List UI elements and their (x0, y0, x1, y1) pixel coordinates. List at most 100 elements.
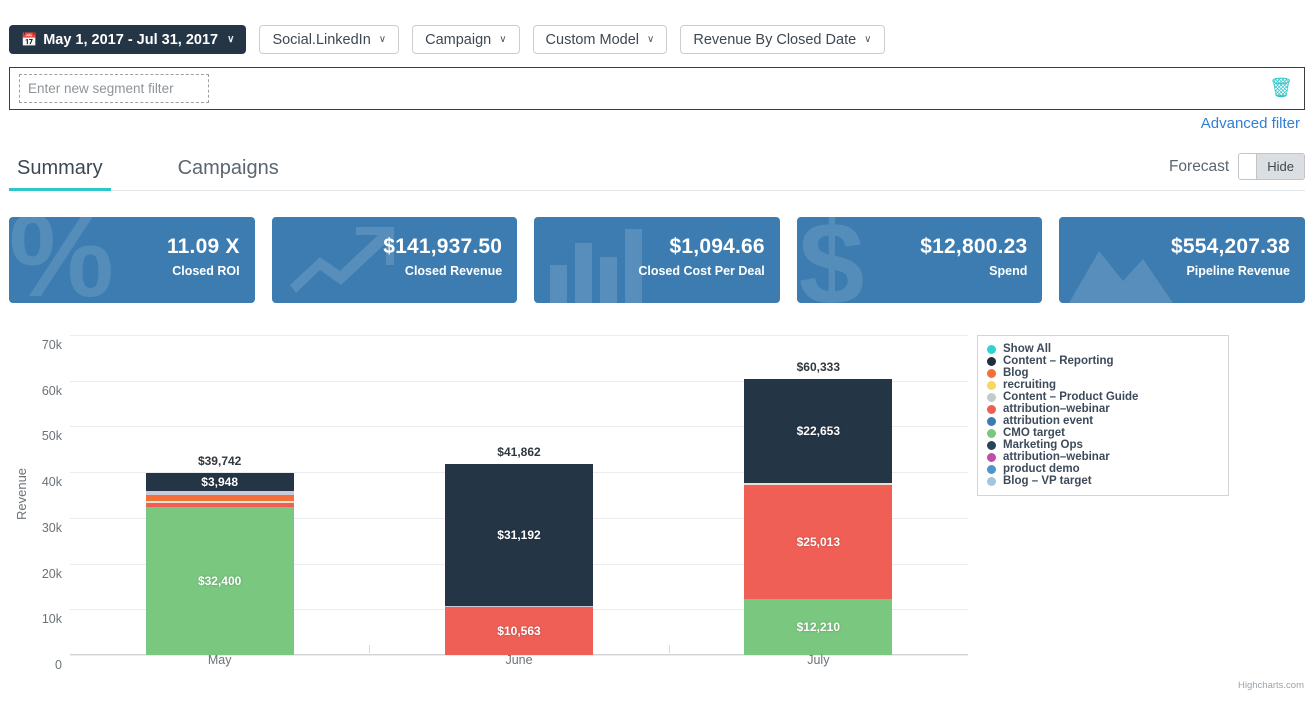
bar-segment[interactable] (145, 491, 294, 495)
legend-marker-icon (987, 392, 996, 402)
dropdown-campaign[interactable]: Campaign ∨ (412, 25, 520, 54)
forecast-toggle-hide[interactable]: Hide (1256, 154, 1304, 179)
chevron-down-icon: ∨ (499, 34, 507, 45)
dollar-icon: $ (798, 217, 865, 303)
legend-item[interactable]: Content – Reporting (987, 355, 1219, 367)
toolbar: 📅 May 1, 2017 - Jul 31, 2017 ∨ Social.Li… (0, 0, 1314, 62)
bar-segment-label: $10,563 (497, 623, 541, 638)
forecast-toggle-show[interactable] (1239, 154, 1257, 179)
y-axis-ticks: 0 10k 20k 30k 40k 50k 60k 70k (0, 335, 62, 672)
legend-item[interactable]: CMO target (987, 427, 1219, 439)
legend-marker-icon (987, 368, 996, 378)
date-range-text: May 1, 2017 - Jul 31, 2017 (43, 31, 219, 48)
segment-filter-bar: 🗑 (9, 67, 1305, 110)
bar-column[interactable]: $32,400 $3,948 (145, 473, 294, 655)
legend-item-label: recruiting (1003, 379, 1057, 391)
segment-filter-input[interactable] (19, 74, 209, 103)
highcharts-credits: Highcharts.com (1238, 680, 1304, 691)
bar-segment-label: $31,192 (497, 527, 541, 542)
plot-area: $32,400 $3,948 $39,742 $10,563 $31,192 $41,86… (70, 335, 968, 656)
bar-segment[interactable]: $10,563 (445, 606, 593, 655)
trash-icon[interactable]: 🗑 (1269, 79, 1293, 98)
legend-item[interactable]: attribution–webinar (987, 403, 1219, 415)
kpi-value: $1,094.66 (669, 235, 765, 258)
bar-segment[interactable]: $31,192 (445, 463, 593, 607)
kpi-value: $12,800.23 (920, 235, 1028, 258)
bar-segment[interactable]: $25,013 (744, 484, 893, 600)
kpi-value: $554,207.38 (1170, 235, 1290, 258)
forecast-control: Forecast Hide (1169, 153, 1305, 190)
y-axis-tick: 60k (41, 383, 62, 398)
y-axis-tick: 70k (41, 338, 62, 352)
legend-item-label: attribution–webinar (1003, 403, 1110, 415)
legend-item-label: Content – Product Guide (1003, 391, 1139, 403)
bar-segment[interactable] (145, 502, 294, 507)
legend-item-label: attribution event (1003, 415, 1094, 427)
legend-item[interactable]: recruiting (987, 379, 1219, 391)
x-axis-separator (369, 645, 371, 653)
forecast-toggle[interactable]: Hide (1238, 153, 1305, 180)
bar-segment[interactable] (145, 495, 294, 502)
legend-item[interactable]: Blog – VP target (987, 475, 1219, 487)
kpi-text-group: 11.09 X Closed ROI (167, 235, 240, 278)
legend-item[interactable]: attribution event (987, 415, 1219, 427)
kpi-label: Closed Cost Per Deal (638, 264, 765, 278)
x-axis-separator (668, 645, 670, 653)
legend-marker-icon (987, 428, 996, 438)
tab-campaigns-label: Campaigns (177, 157, 279, 179)
legend-item[interactable]: Show All (987, 343, 1219, 355)
percent-icon: % (9, 217, 114, 303)
advanced-filter-row: Advanced filter (0, 110, 1314, 133)
legend-item[interactable]: product demo (987, 463, 1219, 475)
kpi-card-pipeline-revenue[interactable]: $554,207.38 Pipeline Revenue (1059, 217, 1305, 303)
bar-column[interactable]: $10,563 $31,192 (445, 463, 593, 655)
bar-segment[interactable]: $22,653 (744, 379, 893, 483)
bar-segment-label: $12,210 (796, 620, 841, 635)
dropdown-campaign-label: Campaign (425, 31, 492, 48)
kpi-label: Pipeline Revenue (1186, 264, 1290, 278)
dropdown-channel[interactable]: Social.LinkedIn ∨ (259, 25, 400, 54)
advanced-filter-link[interactable]: Advanced filter (1201, 115, 1300, 132)
y-axis-tick: 10k (41, 612, 62, 627)
bar-segment-label: $3,948 (201, 475, 238, 490)
tab-campaigns[interactable]: Campaigns (170, 157, 287, 190)
chevron-down-icon: ∨ (378, 34, 387, 45)
legend-item-label: Blog – VP target (1003, 475, 1092, 487)
kpi-text-group: $141,937.50 Closed Revenue (383, 235, 502, 278)
bar-segment[interactable]: $12,210 (744, 599, 893, 655)
legend-item[interactable]: attribution–webinar (987, 451, 1219, 463)
bar-segment[interactable] (145, 501, 294, 503)
x-axis-tick: May (207, 653, 232, 667)
bar-segment-label: $32,400 (197, 573, 242, 588)
dropdown-model-label: Custom Model (545, 31, 640, 48)
bar-total-label: $39,742 (197, 454, 242, 469)
x-axis-tick: July (807, 653, 830, 667)
legend-item[interactable]: Blog (987, 367, 1219, 379)
legend-marker-icon (987, 344, 996, 354)
kpi-card-spend[interactable]: $ $12,800.23 Spend (796, 217, 1043, 303)
legend-item[interactable]: Marketing Ops (987, 439, 1219, 451)
bar-segment[interactable]: $32,400 (145, 506, 294, 655)
legend-marker-icon (987, 404, 996, 414)
kpi-card-closed-cost-per-deal[interactable]: $1,094.66 Closed Cost Per Deal (534, 217, 780, 303)
dropdown-model[interactable]: Custom Model ∨ (532, 25, 668, 54)
bar-column[interactable]: $12,210 $25,013 $22,653 (744, 379, 893, 655)
legend-item-label: product demo (1003, 463, 1080, 475)
legend-item[interactable]: Content – Product Guide (987, 391, 1219, 403)
dropdown-metric[interactable]: Revenue By Closed Date ∨ (680, 25, 885, 54)
bar-total-label: $41,862 (497, 444, 541, 459)
chevron-down-icon: ∨ (864, 34, 872, 45)
kpi-card-closed-revenue[interactable]: $141,937.50 Closed Revenue (271, 217, 518, 303)
y-axis-tick: 20k (41, 566, 62, 581)
kpi-card-closed-roi[interactable]: % 11.09 X Closed ROI (9, 217, 255, 303)
tab-summary[interactable]: Summary (9, 157, 111, 191)
legend-marker-icon (987, 416, 996, 426)
x-axis-tick: June (505, 653, 533, 667)
date-range-picker[interactable]: 📅 May 1, 2017 - Jul 31, 2017 ∨ (9, 25, 247, 54)
dropdown-metric-label: Revenue By Closed Date (693, 31, 857, 48)
bar-segment[interactable] (744, 482, 893, 485)
legend-item-label: CMO target (1003, 427, 1065, 439)
legend-item-label: Content – Reporting (1003, 355, 1114, 367)
bar-segment[interactable]: $3,948 (145, 473, 294, 492)
chevron-down-icon: ∨ (227, 34, 235, 45)
